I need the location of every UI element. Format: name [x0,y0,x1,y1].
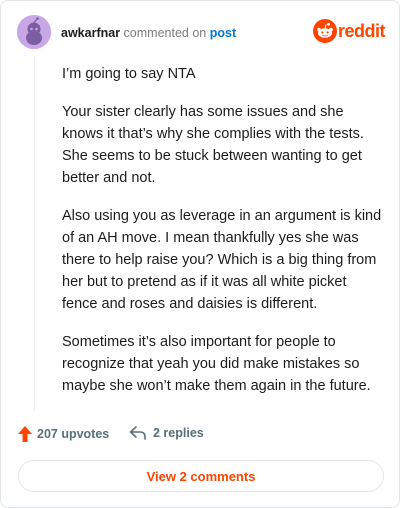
post-link[interactable]: post [210,26,236,40]
upvote-arrow-icon [18,426,32,442]
username-link[interactable]: awkarfnar [61,26,120,40]
brand-wordmark: reddit [337,21,386,41]
comment-body: I’m going to say NTA Your sister clearly… [62,63,382,413]
upvote-count: 207 upvotes [37,427,110,441]
comment-paragraph: Your sister clearly has some issues and … [62,104,364,186]
replies-button[interactable]: 2 replies [129,425,204,441]
comment-card: awkarfnar commented on post reddit I’m g… [0,0,400,508]
snoo-avatar-icon[interactable] [17,15,51,49]
reddit-brand[interactable]: reddit [305,19,386,45]
replies-count: 2 replies [153,426,204,440]
thread-line [34,57,35,411]
comment-meta: awkarfnar commented on post [61,26,236,40]
reddit-logo-icon [313,19,337,43]
view-comments-button[interactable]: View 2 comments [18,460,384,492]
comment-header: awkarfnar commented on post reddit [17,15,386,51]
comment-paragraph: Sometimes it’s also important for people… [62,334,371,394]
comment-paragraph: Also using you as leverage in an argumen… [62,208,382,312]
reply-arrow-icon [129,426,146,440]
comment-paragraph: I’m going to say NTA [62,66,196,82]
action-text: commented on [123,26,207,40]
comment-actions: 207 upvotes 2 replies [17,425,385,447]
upvote-button[interactable]: 207 upvotes [17,425,109,443]
